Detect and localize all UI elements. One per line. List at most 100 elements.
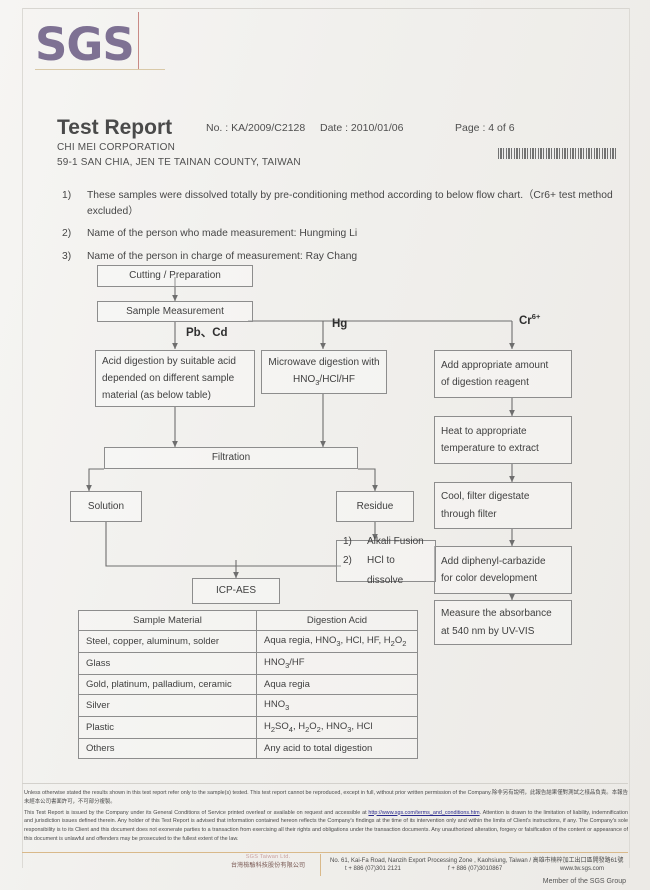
- column-header-sample-material: Sample Material: [78, 610, 257, 631]
- cell-sample-material: Plastic: [78, 715, 257, 739]
- flow-box-solution: Solution: [70, 491, 142, 522]
- legal-paragraph-2: This Test Report is issued by the Compan…: [24, 809, 628, 844]
- client-company-name: CHI MEI CORPORATION: [57, 142, 176, 153]
- digestion-acid-table: Sample Material Digestion Acid Steel, co…: [78, 610, 418, 759]
- table-row: Plastic H2SO4, H2O2, HNO3, HCl: [78, 715, 418, 739]
- flow-box-heat: Heat to appropriate temperature to extra…: [434, 416, 572, 464]
- hno-suffix: /HCl/HF: [319, 374, 355, 386]
- sgs-logo: SGS: [35, 18, 135, 71]
- table-body: Steel, copper, aluminum, solder Aqua reg…: [78, 630, 418, 759]
- heat-line-1: Heat to appropriate: [441, 425, 527, 437]
- residue-step-number: 2): [343, 555, 352, 567]
- flow-box-residue-steps: 1) Alkali Fusion 2) HCl to dissolve: [336, 536, 436, 586]
- cell-digestion-acid: HNO3: [256, 693, 418, 717]
- report-number: No. : KA/2009/C2128: [206, 122, 306, 134]
- microwave-line-2: HNO3/HCl/HF: [293, 371, 355, 390]
- legal-text-before-link: This Test Report is issued by the Compan…: [24, 809, 369, 816]
- cell-digestion-acid: Aqua regia, HNO3, HCl, HF, H2O2: [256, 630, 418, 653]
- flow-box-sample-measurement: Sample Measurement: [97, 301, 253, 322]
- table-header-row: Sample Material Digestion Acid: [78, 610, 418, 631]
- note-text: Name of the person who made measurement:…: [87, 228, 358, 240]
- flow-box-add-reagent: Add appropriate amount of digestion reag…: [434, 350, 572, 398]
- table-row: Steel, copper, aluminum, solder Aqua reg…: [78, 630, 418, 653]
- footer-divider: [22, 783, 628, 784]
- logo-horizontal-rule: [35, 69, 165, 70]
- note-item: 2) Name of the person who made measureme…: [62, 226, 622, 242]
- note-item: 3) Name of the person in charge of measu…: [62, 249, 622, 265]
- branch-label-cr6: Cr6+: [519, 312, 540, 327]
- barcode-image: [498, 148, 616, 159]
- cool-line-2: through filter: [441, 508, 497, 520]
- carbazide-line-1: Add diphenyl-carbazide: [441, 555, 546, 567]
- footer-fax: f + 886 (07)3010867: [448, 866, 503, 872]
- column-header-digestion-acid: Digestion Acid: [256, 610, 418, 631]
- footer-telephone: t + 886 (07)301 2121: [345, 866, 401, 872]
- flow-box-icp-aes: ICP-AES: [192, 578, 280, 604]
- cell-sample-material: Gold, platinum, palladium, ceramic: [78, 673, 257, 695]
- cool-line-1: Cool, filter digestate: [441, 491, 530, 503]
- flow-box-measure-absorbance: Measure the absorbance at 540 nm by UV-V…: [434, 600, 572, 645]
- flow-box-diphenyl-carbazide: Add diphenyl-carbazide for color develop…: [434, 546, 572, 594]
- cr-base: Cr: [519, 314, 532, 327]
- flow-box-microwave-digestion: Microwave digestion with HNO3/HCl/HF: [261, 350, 387, 394]
- flow-box-residue: Residue: [336, 491, 414, 522]
- flow-box-acid-digestion: Acid digestion by suitable acid depended…: [95, 350, 255, 407]
- member-of-sgs-group: Member of the SGS Group: [542, 878, 626, 885]
- sgs-taiwan-block: SGS Taiwan Ltd. 台灣檢驗科技股份有限公司: [222, 854, 314, 869]
- flow-box-filtration: Filtration: [104, 447, 358, 469]
- page-border-left: [22, 8, 23, 868]
- footer-vertical-separator: [320, 854, 321, 876]
- residue-step: 2) HCl to dissolve: [343, 551, 429, 590]
- cell-sample-material: Others: [78, 737, 257, 759]
- residue-step-text: HCl to dissolve: [367, 555, 404, 586]
- note-number: 1): [62, 190, 72, 201]
- notes-list: 1) These samples were dissolved totally …: [62, 188, 622, 271]
- sgs-taiwan-name-zh: 台灣檢驗科技股份有限公司: [230, 862, 306, 869]
- flow-box-cool-filter: Cool, filter digestate through filter: [434, 482, 572, 529]
- document-page: SGS Test Report No. : KA/2009/C2128 Date…: [0, 0, 650, 890]
- cell-digestion-acid: Any acid to total digestion: [256, 737, 418, 759]
- heat-line-2: temperature to extract: [441, 443, 539, 454]
- note-number: 3): [62, 250, 72, 262]
- note-item: 1) These samples were dissolved totally …: [62, 188, 622, 220]
- acid-digestion-line-3: material (as below table): [102, 390, 211, 402]
- terms-and-conditions-link[interactable]: http://www.sgs.com/terms_and_conditions.…: [368, 810, 479, 816]
- footer-gold-divider: [22, 852, 628, 853]
- measure-line-2: at 540 nm by UV-VIS: [441, 625, 535, 637]
- legal-paragraph-1: Unless otherwise stated the results show…: [24, 790, 628, 805]
- carbazide-line-2: for color development: [441, 573, 538, 584]
- residue-step-text: Alkali Fusion: [367, 535, 424, 547]
- cell-sample-material: Silver: [78, 693, 257, 717]
- note-text: These samples were dissolved totally by …: [87, 190, 613, 217]
- cell-sample-material: Glass: [78, 651, 257, 675]
- cell-digestion-acid: H2SO4, H2O2, HNO3, HCl: [256, 715, 418, 739]
- page-title: Test Report: [57, 116, 173, 139]
- page-border-right: [629, 8, 630, 868]
- note-text: Name of the person in charge of measurem…: [87, 250, 358, 262]
- table-row: Silver HNO3: [78, 693, 418, 717]
- logo-vertical-rule: [138, 12, 139, 70]
- residue-steps-list: 1) Alkali Fusion 2) HCl to dissolve: [343, 532, 429, 591]
- cell-digestion-acid: Aqua regia: [256, 673, 418, 695]
- branch-label-hg: Hg: [332, 318, 348, 330]
- measure-line-1: Measure the absorbance: [441, 608, 552, 620]
- page-number: Page : 4 of 6: [455, 122, 515, 134]
- cell-sample-material: Steel, copper, aluminum, solder: [78, 630, 257, 653]
- add-reagent-line-1: Add appropriate amount: [441, 359, 549, 371]
- footer-website[interactable]: www.tw.sgs.com: [560, 866, 604, 872]
- add-reagent-line-2: of digestion reagent: [441, 377, 529, 388]
- client-address: 59-1 SAN CHIA, JEN TE TAINAN COUNTY, TAI…: [57, 157, 301, 168]
- branch-label-pb-cd: Pb、Cd: [186, 327, 228, 339]
- flow-box-cutting-preparation: Cutting / Preparation: [97, 265, 253, 287]
- table-row: Gold, platinum, palladium, ceramic Aqua …: [78, 673, 418, 695]
- residue-step-number: 1): [343, 535, 352, 547]
- legal-disclaimer: Unless otherwise stated the results show…: [24, 789, 628, 844]
- note-number: 2): [62, 228, 72, 240]
- table-row: Glass HNO3/HF: [78, 651, 418, 675]
- microwave-line-1: Microwave digestion with: [268, 356, 380, 368]
- cell-digestion-acid: HNO3/HF: [256, 651, 418, 675]
- page-border-top: [22, 8, 630, 9]
- acid-digestion-line-2: depended on different sample: [102, 372, 235, 384]
- acid-digestion-line-1: Acid digestion by suitable acid: [102, 355, 236, 367]
- table-row: Others Any acid to total digestion: [78, 737, 418, 759]
